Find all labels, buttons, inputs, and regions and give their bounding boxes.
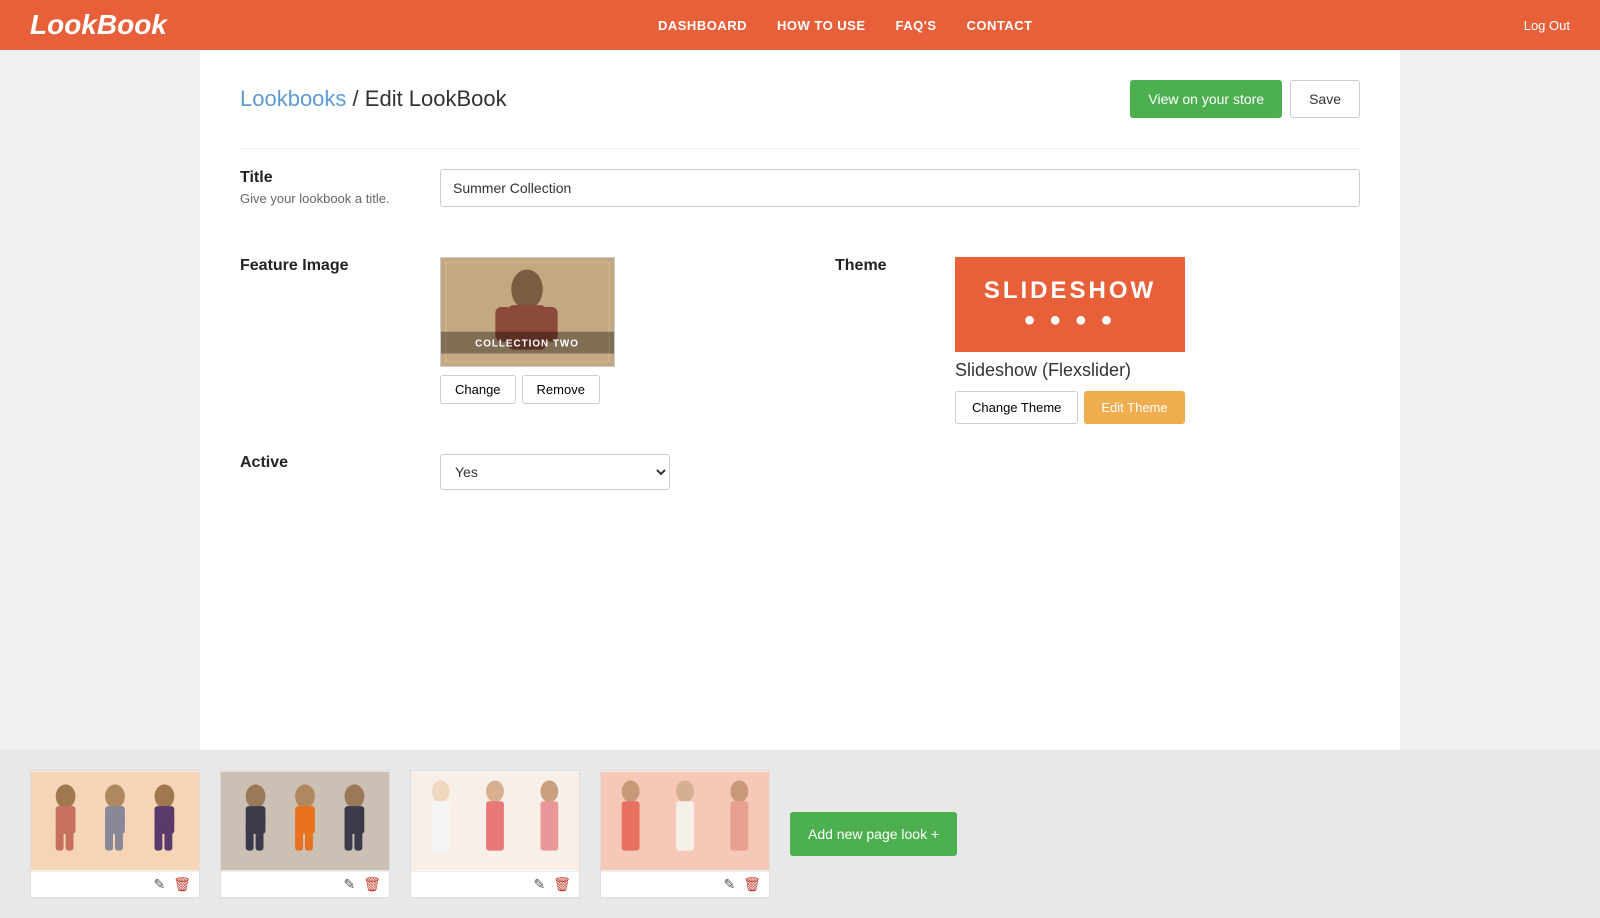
look-image-1 [31,771,199,871]
delete-look-4-icon[interactable]: 🗑 [743,876,761,893]
theme-name: Slideshow (Flexslider) [955,360,1131,381]
add-page-look-button[interactable]: Add new page look + [790,812,957,856]
nav-how-to-use[interactable]: HOW TO USE [777,18,866,33]
list-item: ✎ 🗑 [30,770,200,898]
main-content: Lookbooks / Edit LookBook View on your s… [200,50,1400,750]
logout-button[interactable]: Log Out [1524,18,1570,33]
title-input-area [440,169,1360,207]
delete-look-1-icon[interactable]: 🗑 [173,876,191,893]
edit-look-2-icon[interactable]: ✎ [343,876,355,893]
feature-theme-row: Feature Image [240,257,1360,424]
theme-buttons: Change Theme Edit Theme [955,391,1185,424]
look-actions-2: ✎ 🗑 [221,871,389,897]
title-sublabel: Give your lookbook a title. [240,191,440,206]
theme-label-group: Theme [835,257,955,279]
list-item: ✎ 🗑 [410,770,580,898]
remove-image-button[interactable]: Remove [522,375,600,404]
feature-image-section: Feature Image [240,257,615,424]
change-theme-button[interactable]: Change Theme [955,391,1078,424]
breadcrumb-separator: / [353,86,365,111]
active-label-group: Active [240,454,440,476]
look-actions-1: ✎ 🗑 [31,871,199,897]
theme-preview-dots: ● ● ● ● [1024,309,1117,332]
active-input-area: Yes No [440,454,1360,490]
theme-content: SLIDESHOW ● ● ● ● Slideshow (Flexslider)… [955,257,1185,424]
list-item: ✎ 🗑 [220,770,390,898]
delete-look-3-icon[interactable]: 🗑 [553,876,571,893]
theme-section: Theme SLIDESHOW ● ● ● ● Slideshow (Flexs… [835,257,1185,424]
title-label-group: Title Give your lookbook a title. [240,169,440,206]
delete-look-2-icon[interactable]: 🗑 [363,876,381,893]
logo: LookBook [30,9,167,41]
title-section: Title Give your lookbook a title. [240,169,1360,227]
feature-image-label-group: Feature Image [240,257,440,279]
image-buttons: Change Remove [440,375,600,404]
nav: DASHBOARD HOW TO USE FAQ'S CONTACT [658,18,1033,33]
look-actions-4: ✎ 🗑 [601,871,769,897]
breadcrumb-current: Edit LookBook [365,86,507,111]
active-label: Active [240,454,440,472]
feature-image-preview: COLLECTION TWO [440,257,615,367]
edit-look-4-icon[interactable]: ✎ [723,876,735,893]
look-image-2 [221,771,389,871]
active-select[interactable]: Yes No [440,454,670,490]
active-section: Active Yes No [240,454,1360,510]
breadcrumb-lookbooks-link[interactable]: Lookbooks [240,86,346,111]
nav-contact[interactable]: CONTACT [967,18,1033,33]
title-label: Title [240,169,440,187]
look-image-3 [411,771,579,871]
breadcrumb-area: Lookbooks / Edit LookBook View on your s… [240,80,1360,118]
theme-preview-title: SLIDESHOW [984,277,1156,305]
edit-look-3-icon[interactable]: ✎ [533,876,545,893]
title-input[interactable] [440,169,1360,207]
edit-look-1-icon[interactable]: ✎ [153,876,165,893]
feature-image-label: Feature Image [240,257,440,275]
look-actions-3: ✎ 🗑 [411,871,579,897]
feature-image-content: COLLECTION TWO Change Remove [440,257,615,404]
svg-text:COLLECTION TWO: COLLECTION TWO [475,339,579,350]
breadcrumb-actions: View on your store Save [1130,80,1360,118]
nav-dashboard[interactable]: DASHBOARD [658,18,747,33]
save-button[interactable]: Save [1290,80,1360,118]
theme-label: Theme [835,257,955,275]
change-image-button[interactable]: Change [440,375,516,404]
edit-theme-button[interactable]: Edit Theme [1084,391,1184,424]
view-store-button[interactable]: View on your store [1130,80,1282,118]
header: LookBook DASHBOARD HOW TO USE FAQ'S CONT… [0,0,1600,50]
look-image-4 [601,771,769,871]
nav-faqs[interactable]: FAQ'S [896,18,937,33]
list-item: ✎ 🗑 [600,770,770,898]
breadcrumb: Lookbooks / Edit LookBook [240,86,507,112]
theme-preview: SLIDESHOW ● ● ● ● [955,257,1185,352]
page-looks-section: ✎ 🗑 [0,750,1600,918]
